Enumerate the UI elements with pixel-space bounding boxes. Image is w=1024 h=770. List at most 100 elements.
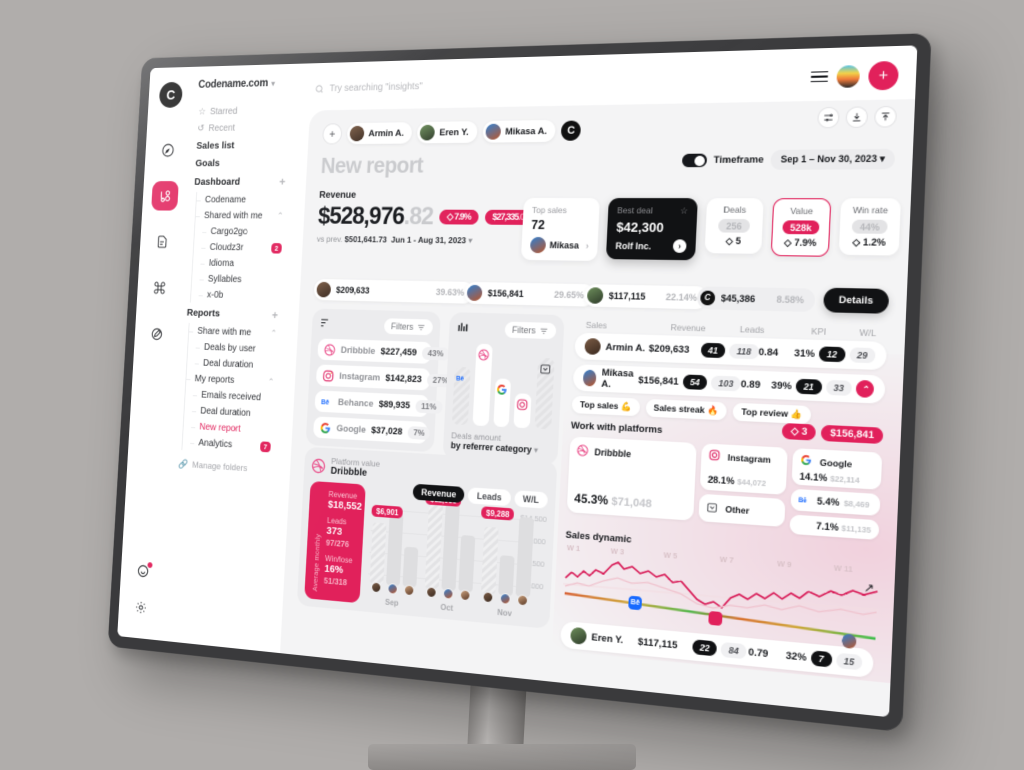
filters-button[interactable]: Filters	[504, 322, 556, 340]
table-row[interactable]: Armin A. $209,633 41118 0.84 31%1229	[574, 333, 887, 370]
screen: C	[117, 45, 917, 717]
timeframe-select[interactable]: Sep 1 – Nov 30, 2023 ▾	[771, 149, 896, 170]
timeframe-toggle[interactable]	[681, 154, 706, 168]
category-bar[interactable]	[493, 378, 511, 427]
pencil-icon[interactable]	[143, 319, 171, 349]
dribbble-marker-icon[interactable]	[708, 611, 722, 626]
menu-icon[interactable]	[810, 68, 828, 86]
sort-icon[interactable]	[319, 316, 331, 332]
kpi-card-win-rate[interactable]: Win rate 44% ◇ 1.2%	[839, 198, 901, 255]
expand-icon[interactable]: ↗	[864, 581, 875, 596]
distribution-segment[interactable]: C$45,3868.58%	[697, 286, 816, 312]
kpi-card-value[interactable]: Value 528k ◇ 7.9%	[771, 198, 832, 257]
details-button[interactable]: Details	[823, 288, 889, 314]
star-icon[interactable]: ☆	[680, 205, 688, 216]
category-bar[interactable]	[472, 344, 492, 426]
distribution-segment[interactable]: $156,84129.65%	[464, 281, 595, 306]
collaborator-chip[interactable]: Mikasa A.	[482, 120, 556, 143]
chevron-down-icon: ▾	[271, 79, 275, 88]
chart-bar[interactable]	[498, 555, 514, 596]
chevron-down-icon: ▾	[468, 235, 473, 245]
sidebar-section-dashboard[interactable]: Dashboard +	[192, 171, 287, 192]
chart-bar[interactable]	[516, 517, 535, 597]
tree-item-cargo2go[interactable]: Cargo2go	[208, 224, 284, 241]
achievement-badge[interactable]: Sales streak 🔥	[645, 399, 727, 420]
referrer-row[interactable]: Dribbble $227,459 43%	[317, 338, 432, 363]
chevron-up-icon[interactable]: ⌃	[270, 328, 277, 339]
add-collaborator-button[interactable]: +	[322, 123, 342, 144]
share-icon[interactable]	[874, 106, 897, 128]
tree-item-x0b[interactable]: x-0b	[205, 287, 281, 305]
platform-card-other[interactable]: Other	[698, 494, 785, 527]
collaborator-chip[interactable]: Armin A.	[347, 122, 413, 144]
table-row[interactable]: Mikasa A. $156,841 54103 0.89 39%2133⌃	[573, 364, 886, 404]
collapse-row-button[interactable]: ⌃	[856, 380, 875, 398]
chart-bar[interactable]	[481, 527, 499, 595]
distribution-segment[interactable]: $117,11522.14%	[583, 284, 708, 309]
tree-item-analytics[interactable]: Analytics 7	[196, 435, 272, 455]
platform-card-google[interactable]: Google 14.1% $22,114	[792, 448, 883, 490]
chart-bar[interactable]	[402, 547, 418, 588]
search-input[interactable]: Try searching "insights"	[314, 71, 802, 94]
avatar-marker-icon[interactable]	[841, 633, 856, 649]
sidebar-item-starred[interactable]: ☆ Starred	[196, 102, 291, 121]
tree-item-shared-with-me[interactable]: Shared with me ⌃	[202, 208, 286, 224]
add-report-button[interactable]: +	[272, 308, 279, 321]
chevron-up-icon[interactable]: ⌃	[267, 377, 274, 388]
tree-item-syllables[interactable]: Syllables	[206, 271, 282, 288]
download-icon[interactable]	[845, 106, 868, 128]
best-deal-card[interactable]: Best deal☆ $42,300 Rolf Inc. ›	[606, 198, 698, 260]
delta-pct-badge: ◇ 7.9%	[439, 210, 478, 225]
tree-item-idioma[interactable]: Idioma	[207, 255, 283, 272]
tab-leads[interactable]: Leads	[468, 487, 511, 506]
command-icon[interactable]	[146, 273, 174, 303]
referrer-row[interactable]: Google $37,028 7%	[313, 416, 428, 443]
sidebar-section-reports[interactable]: Reports +	[185, 302, 281, 325]
chart-bar[interactable]	[458, 535, 475, 592]
chevron-right-icon[interactable]: ›	[673, 239, 687, 253]
document-icon[interactable]	[148, 227, 176, 257]
category-bar[interactable]	[514, 393, 532, 428]
table-row[interactable]: Eren Y. $117,115 2284 0.79 32%715	[560, 621, 874, 678]
chart-bar[interactable]	[425, 503, 443, 590]
sidebar-item-recent[interactable]: ↺ Recent	[195, 118, 290, 136]
achievement-badge[interactable]: Top review 👍	[733, 403, 812, 425]
tree-item-codename[interactable]: Codename	[203, 192, 287, 208]
add-dashboard-button[interactable]: +	[279, 175, 286, 188]
referrer-row[interactable]: Instagram $142,823 27%	[316, 364, 431, 390]
chevron-up-icon[interactable]: ⌃	[277, 211, 284, 221]
referrer-amount: $37,028	[371, 425, 403, 437]
collaborator-chip[interactable]: Eren Y.	[417, 121, 478, 143]
tab-wl[interactable]: W/L	[514, 490, 548, 508]
compass-icon[interactable]	[154, 135, 182, 165]
sidebar-item-sales-list[interactable]: Sales list	[194, 135, 289, 154]
platform-count-badge: ◇ 3	[782, 423, 817, 441]
category-bar[interactable]: Bē	[452, 367, 471, 425]
workspace-avatar[interactable]: C	[561, 120, 581, 140]
manage-folders-button[interactable]: 🔗 Manage folders	[176, 459, 271, 475]
sidebar-item-goals[interactable]: Goals	[193, 153, 288, 171]
filters-button[interactable]: Filters	[383, 318, 433, 335]
platform-card-behance[interactable]: Bē5.4% $8,469	[790, 489, 880, 516]
kpi-card-deals[interactable]: Deals 256 ◇ 5	[705, 198, 764, 254]
add-button[interactable]: +	[868, 60, 899, 90]
app-logo-icon[interactable]: C	[159, 82, 183, 108]
tab-revenue[interactable]: Revenue	[413, 484, 466, 503]
top-sales-card[interactable]: Top sales 72 Mikasa ›	[521, 198, 600, 261]
distribution-segment[interactable]: $209,63339.63%	[314, 278, 475, 303]
avatar[interactable]	[836, 65, 860, 88]
sliders-icon[interactable]	[817, 107, 840, 129]
behance-marker-icon[interactable]: Bē	[628, 596, 642, 611]
achievement-badge[interactable]: Top sales 💪	[572, 396, 640, 416]
help-icon[interactable]	[136, 563, 150, 582]
sidebar-item-workspace[interactable]	[151, 181, 179, 211]
platform-card-instagram[interactable]: Instagram 28.1% $44,072	[700, 443, 788, 495]
workspace-switcher[interactable]: Codename.com ▾	[198, 77, 293, 91]
tree-item-cloudz3r[interactable]: Cloudz3r 2	[208, 240, 284, 257]
avatar	[460, 589, 471, 601]
referrer-row[interactable]: Bē Behance $89,935 11%	[314, 390, 429, 417]
category-bar[interactable]	[535, 358, 555, 430]
gear-icon[interactable]	[134, 599, 148, 618]
bar-chart-icon[interactable]	[456, 320, 469, 336]
platform-card-dribbble[interactable]: Dribbble 45.3% $71,048	[567, 436, 697, 520]
